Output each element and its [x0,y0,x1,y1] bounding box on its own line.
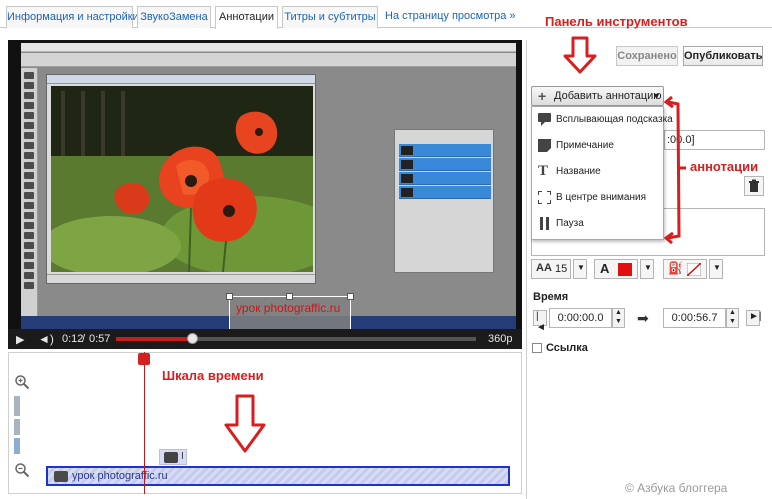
zoom-slider-step[interactable] [14,419,20,435]
duration: 0:57 [89,333,111,345]
resize-handle[interactable] [286,293,293,300]
poppy-photo [51,86,313,272]
small-track-label: I [181,451,184,462]
view-page-link[interactable]: На страницу просмотра » [385,6,516,28]
end-time-input[interactable]: 0:00:56.7 [663,308,726,328]
title-icon: T [538,163,549,179]
menu-item-speech-bubble[interactable]: Всплывающая подсказка [532,107,673,133]
chevron-down-icon: ▼ [729,318,736,325]
bracket-icon [664,96,686,244]
link-checkbox[interactable] [532,343,542,353]
track-label: урок photograffic.ru [72,470,168,482]
link-label: Ссылка [546,342,588,354]
chevron-down-icon: ▼ [615,318,622,325]
ps-toolbox [21,68,38,323]
font-size-value: 15 [555,263,568,275]
tab-annotations[interactable]: Аннотации [215,6,278,29]
delete-button[interactable] [744,176,764,196]
annotation-overlay[interactable]: урок photograffic.ru [229,296,351,332]
annotation-type-menu: Всплывающая подсказка Примечание T Назва… [531,106,673,240]
background-color-dropdown[interactable]: ▼ [709,259,723,279]
speech-bubble-icon [164,452,178,463]
chevron-down-icon: ▼ [644,263,652,272]
set-end-button[interactable]: ►| [746,310,762,326]
ps-document-window [46,74,316,284]
time-separator: / [82,333,86,345]
zoom-slider-step[interactable] [14,396,20,416]
pause-icon [540,217,549,230]
note-icon [538,139,551,152]
font-size-icon: AA [536,262,552,274]
tab-info-settings[interactable]: Информация и настройки [6,6,139,28]
video-progress-bar[interactable] [116,337,476,341]
progress-scrubber[interactable] [186,333,198,344]
publish-button[interactable]: Опубликовать [683,46,763,66]
ps-layers-panel [394,129,494,273]
callout-timeline: Шкала времени [162,368,264,383]
video-frame-content [21,43,516,329]
set-start-button[interactable]: |◄ [533,310,547,333]
ps-options-bar [21,53,516,67]
spotlight-icon [538,191,551,204]
text-color-icon: A [600,261,610,276]
menu-item-note[interactable]: Примечание [532,133,663,159]
trash-icon [749,179,759,192]
note-icon [54,471,68,482]
video-controls: ▶ ◄) 0:12 / 0:57 360p [8,329,522,349]
chevron-down-icon: ▼ [577,263,585,272]
progress-fill [116,337,192,341]
end-time-spinner[interactable]: ▲ ▼ [726,308,739,328]
tab-captions[interactable]: Титры и субтитры [282,6,378,28]
background-color-button[interactable]: ⛽ [663,259,707,279]
add-annotation-label: Добавить аннотацию [554,90,662,102]
play-icon[interactable]: ▶ [16,333,24,346]
text-color-dropdown[interactable]: ▼ [640,259,654,279]
ps-menubar [21,43,516,52]
quality-label[interactable]: 360p [488,333,512,345]
menu-item-pause[interactable]: Пауза [532,211,663,237]
playhead-handle[interactable] [138,353,150,365]
paint-bucket-icon: ⛽ [668,261,683,275]
arrow-right-icon: ➡ [637,310,649,326]
volume-icon[interactable]: ◄) [38,332,54,346]
timeline-annotation-track[interactable]: урок photograffic.ru [46,466,510,486]
jump-end-icon: ►| [749,311,762,322]
transparent-swatch-icon [687,263,701,276]
chevron-up-icon: ▲ [615,309,622,316]
resize-handle[interactable] [347,293,354,300]
menu-item-spotlight[interactable]: В центре внимания [532,185,663,211]
zoom-in-icon[interactable] [14,374,30,390]
zoom-slider-step[interactable] [14,438,20,454]
arrow-down-icon [563,36,597,74]
saved-button[interactable]: Сохранено [616,46,678,66]
timeline-annotation-small[interactable]: I [159,449,187,465]
add-annotation-button[interactable]: + Добавить аннотацию ▼ [531,86,664,106]
chevron-up-icon: ▲ [729,309,736,316]
start-time-input[interactable]: 0:00:00.0 [549,308,612,328]
font-size-dropdown[interactable]: ▼ [573,259,587,279]
tab-audio-swap[interactable]: ЗвукоЗамена [137,6,211,28]
callout-annotations: аннотации [690,159,759,174]
menu-item-title[interactable]: T Название [532,159,663,185]
arrow-down-icon [224,394,266,453]
speech-bubble-icon [538,113,551,126]
callout-toolbar: Панель инструментов [545,14,688,29]
text-color-button[interactable]: A [594,259,638,279]
chevron-down-icon: ▼ [713,263,721,272]
chevron-down-icon: ▼ [652,91,661,101]
text-color-swatch [618,263,632,276]
zoom-out-icon[interactable] [14,462,30,478]
plus-icon: + [538,88,547,104]
current-time: 0:12 [62,333,84,345]
watermark: © Азбука блоггера [625,481,728,495]
jump-start-icon: |◄ [536,311,546,333]
start-time-spinner[interactable]: ▲ ▼ [612,308,625,328]
poppy-flowers-image [51,86,313,272]
font-size-select[interactable]: AA 15 [531,259,571,279]
annotation-overlay-text: урок photograffic.ru [236,301,341,315]
time-label: Время [533,291,569,303]
resize-handle[interactable] [226,293,233,300]
playhead-line [144,352,145,494]
